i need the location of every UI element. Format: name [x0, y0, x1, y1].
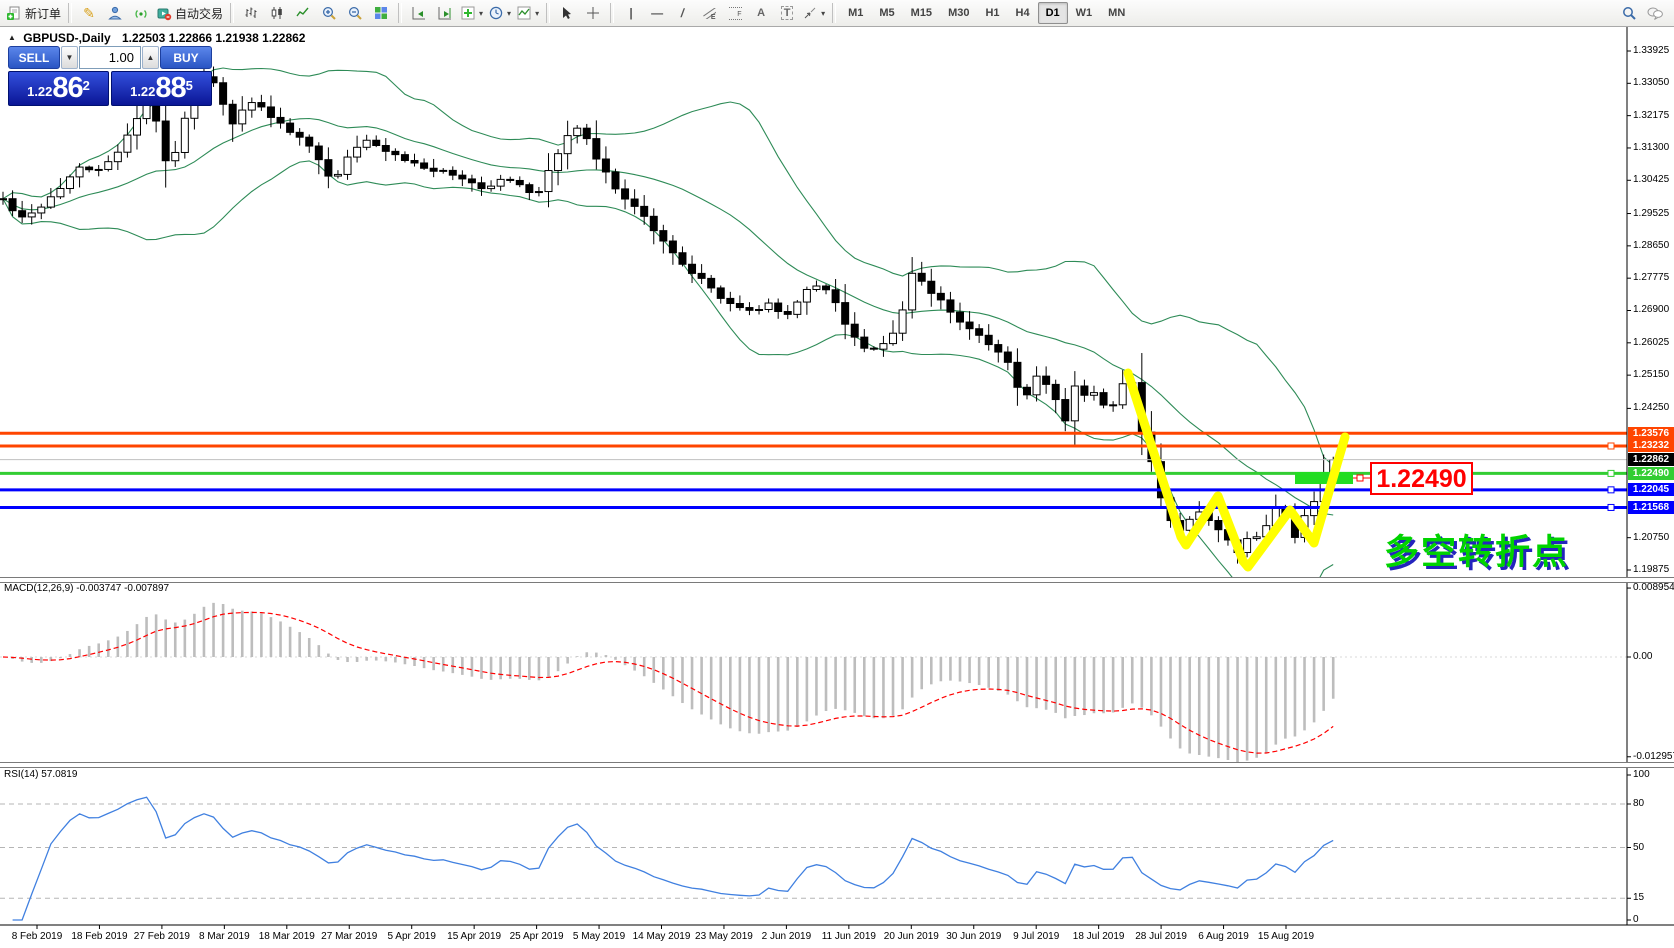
- one-click-trading-panel: SELL ▼ ▲ BUY 1.22862 1.22885: [8, 46, 212, 106]
- date-tick-label: 27 Mar 2019: [321, 931, 377, 942]
- rsi-axis-tick: 50: [1633, 842, 1674, 854]
- collapse-arrow-icon[interactable]: ▲: [8, 33, 16, 42]
- price-tick: 1.27775: [1633, 272, 1674, 284]
- date-tick-label: 27 Feb 2019: [134, 931, 190, 942]
- rsi-axis-tick: 0: [1633, 914, 1674, 926]
- price-tick: 1.29525: [1633, 208, 1674, 220]
- price-tick: 1.32175: [1633, 110, 1674, 122]
- price-line-label[interactable]: 1.22862: [1628, 453, 1674, 466]
- macd-axis-tick: -0.012957: [1633, 751, 1674, 763]
- date-tick-label: 18 Feb 2019: [71, 931, 127, 942]
- price-tick: 1.19875: [1633, 564, 1674, 576]
- date-tick-label: 11 Jun 2019: [822, 931, 876, 942]
- chart-title: ▲ GBPUSD-,Daily 1.22503 1.22866 1.21938 …: [8, 31, 305, 45]
- rsi-indicator-label: RSI(14) 57.0819: [4, 769, 77, 780]
- date-tick-label: 28 Jul 2019: [1135, 931, 1187, 942]
- date-tick-label: 18 Jul 2019: [1073, 931, 1125, 942]
- price-level-callout[interactable]: 1.22490: [1370, 462, 1473, 495]
- rsi-axis-tick: 80: [1633, 798, 1674, 810]
- sell-price-display[interactable]: 1.22862: [8, 71, 109, 106]
- price-line-label[interactable]: 1.23232: [1628, 439, 1674, 452]
- price-line-label[interactable]: 1.23576: [1628, 427, 1674, 440]
- date-tick-label: 8 Feb 2019: [12, 931, 63, 942]
- buy-price-pip: 5: [186, 69, 193, 103]
- price-tick: 1.26900: [1633, 304, 1674, 316]
- macd-axis-tick: 0.008954: [1633, 582, 1674, 594]
- sell-price-big: 86: [52, 74, 82, 103]
- buy-price-big: 88: [155, 74, 185, 103]
- rsi-axis-tick: 100: [1633, 769, 1674, 781]
- price-tick: 1.33925: [1633, 45, 1674, 57]
- macd-indicator-label: MACD(12,26,9) -0.003747 -0.007897: [4, 583, 169, 594]
- ohlc-values: 1.22503 1.22866 1.21938 1.22862: [122, 31, 306, 45]
- mt4-window: 新订单 ✎ 自动交易: [0, 0, 1674, 948]
- date-tick-label: 15 Aug 2019: [1258, 931, 1314, 942]
- price-tick: 1.30425: [1633, 174, 1674, 186]
- date-tick-label: 9 Jul 2019: [1013, 931, 1059, 942]
- date-tick-label: 25 Apr 2019: [510, 931, 564, 942]
- volume-input[interactable]: [79, 46, 141, 69]
- price-tick: 1.26025: [1633, 337, 1674, 349]
- price-tick: 1.24250: [1633, 402, 1674, 414]
- price-tick: 1.25150: [1633, 369, 1674, 381]
- sell-price-pip: 2: [83, 69, 90, 103]
- sell-button[interactable]: SELL: [8, 46, 60, 69]
- volume-decrease-button[interactable]: ▼: [61, 46, 78, 69]
- date-tick-label: 5 Apr 2019: [388, 931, 436, 942]
- buy-price-prefix: 1.22: [130, 81, 155, 103]
- date-tick-label: 15 Apr 2019: [447, 931, 501, 942]
- sell-price-prefix: 1.22: [27, 81, 52, 103]
- date-tick-label: 14 May 2019: [633, 931, 691, 942]
- price-line-label[interactable]: 1.22045: [1628, 483, 1674, 496]
- macd-axis-tick: 0.00: [1633, 651, 1674, 663]
- date-tick-label: 5 May 2019: [573, 931, 625, 942]
- date-tick-label: 30 Jun 2019: [946, 931, 1001, 942]
- pane-splitter-rsi[interactable]: [0, 762, 1674, 768]
- date-tick-label: 23 May 2019: [695, 931, 753, 942]
- date-tick-label: 20 Jun 2019: [884, 931, 939, 942]
- buy-button[interactable]: BUY: [160, 46, 212, 69]
- price-line-label[interactable]: 1.22490: [1628, 467, 1674, 480]
- rsi-axis-tick: 15: [1633, 892, 1674, 904]
- price-tick: 1.28650: [1633, 240, 1674, 252]
- buy-price-display[interactable]: 1.22885: [111, 71, 212, 106]
- date-tick-label: 18 Mar 2019: [259, 931, 315, 942]
- price-line-label[interactable]: 1.21568: [1628, 501, 1674, 514]
- volume-increase-button[interactable]: ▲: [142, 46, 159, 69]
- date-tick-label: 2 Jun 2019: [762, 931, 812, 942]
- price-tick: 1.31300: [1633, 142, 1674, 154]
- turning-point-annotation[interactable]: 多空转折点: [1384, 524, 1569, 575]
- symbol-period-label: GBPUSD-,Daily: [23, 31, 110, 45]
- price-tick: 1.20750: [1633, 532, 1674, 544]
- price-tick: 1.33050: [1633, 77, 1674, 89]
- pane-splitter-macd[interactable]: [0, 577, 1674, 583]
- date-tick-label: 8 Mar 2019: [199, 931, 250, 942]
- date-tick-label: 6 Aug 2019: [1198, 931, 1249, 942]
